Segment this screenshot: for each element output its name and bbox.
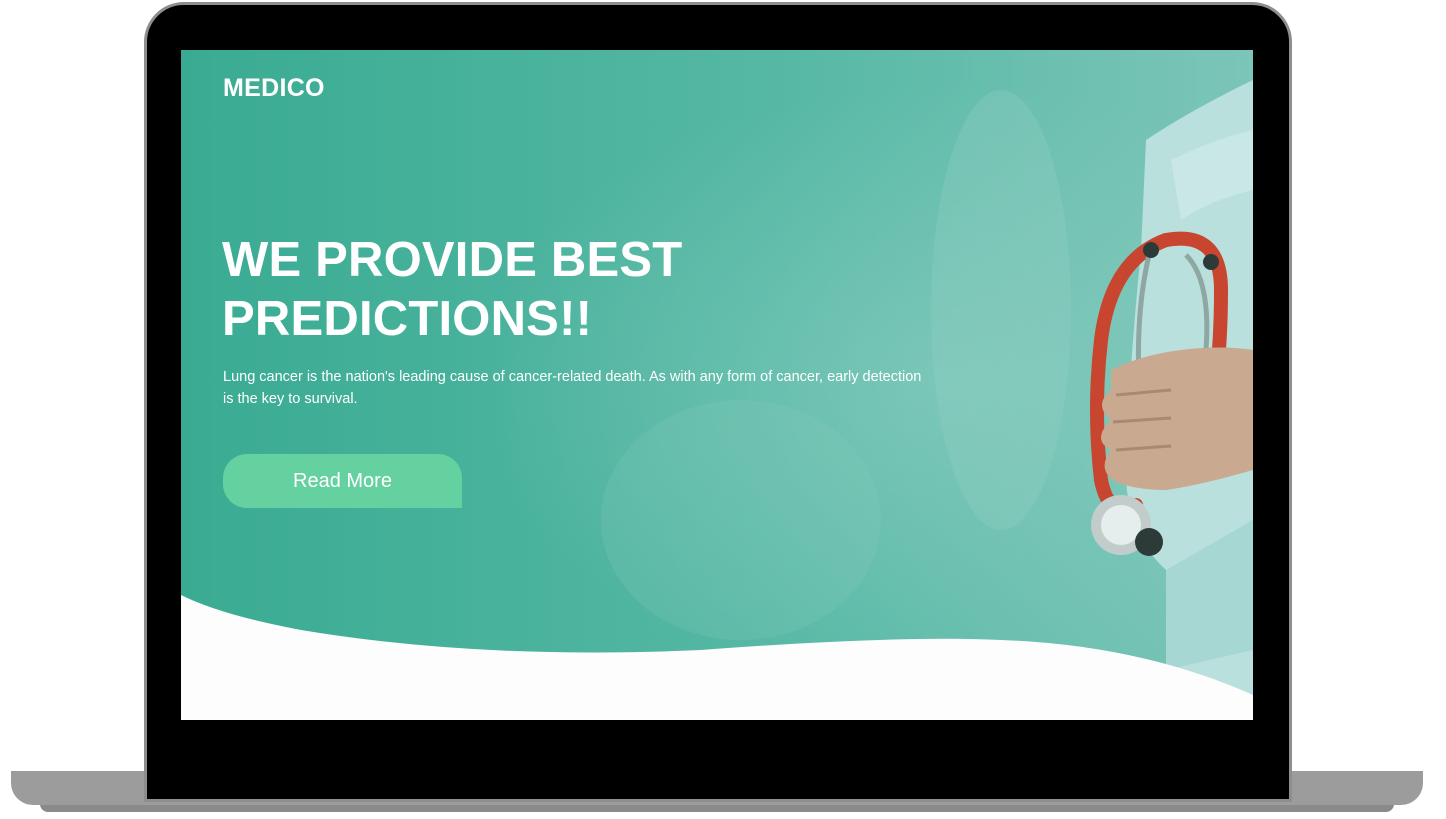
laptop-mockup: MEDICO WE PROVIDE BEST PREDICTIONS!! Lun… [0, 0, 1446, 819]
website-screen: MEDICO WE PROVIDE BEST PREDICTIONS!! Lun… [181, 50, 1253, 720]
brand-logo[interactable]: MEDICO [223, 74, 325, 103]
headline-line-2: PREDICTIONS!! [222, 292, 593, 346]
laptop-base-shadow [40, 804, 1394, 812]
hero-headline: WE PROVIDE BEST PREDICTIONS!! [222, 231, 862, 349]
hero-description: Lung cancer is the nation's leading caus… [223, 369, 922, 407]
read-more-button[interactable]: Read More [223, 454, 462, 508]
headline-line-1: WE PROVIDE BEST [222, 233, 683, 287]
